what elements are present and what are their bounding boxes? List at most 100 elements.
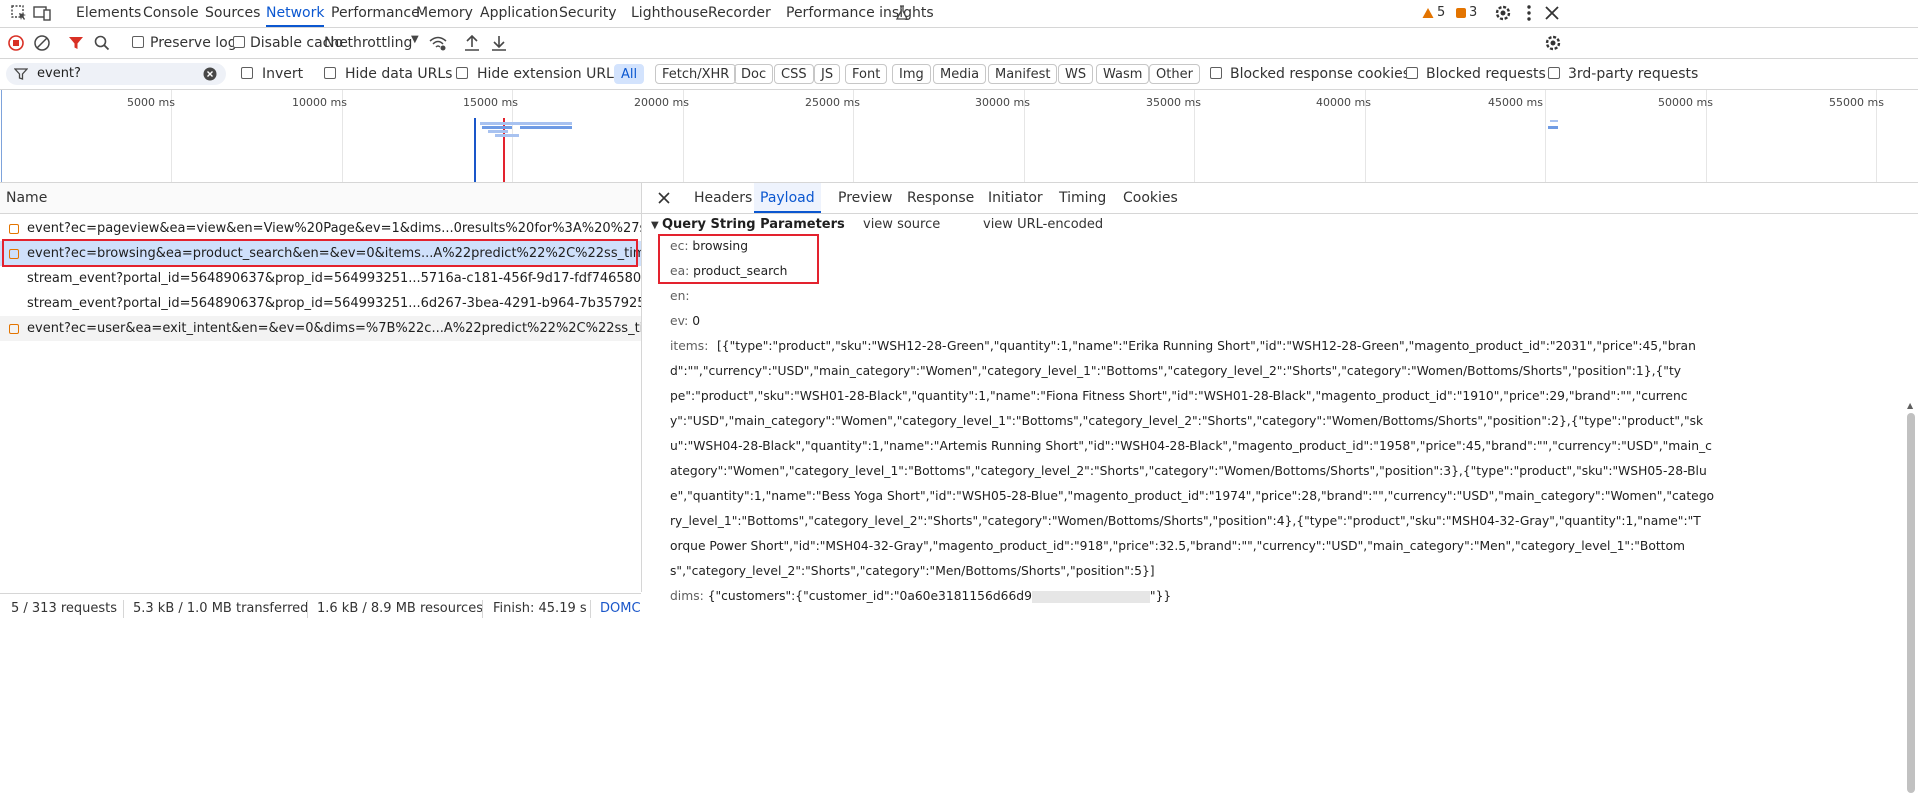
tab-headers[interactable]: Headers <box>694 183 752 213</box>
tab-recorder[interactable]: Recorder <box>708 0 771 27</box>
request-row[interactable]: stream_event?portal_id=564890637&prop_id… <box>0 266 641 291</box>
issue-count[interactable]: 3 <box>1469 5 1477 20</box>
clear-filter-icon[interactable] <box>203 67 217 81</box>
record-stop-icon[interactable] <box>6 33 26 53</box>
type-filter-fetch-xhr[interactable]: Fetch/XHR <box>655 64 737 84</box>
filter-input[interactable]: event? <box>37 66 81 81</box>
invert-checkbox[interactable] <box>241 67 253 79</box>
tab-console[interactable]: Console <box>143 0 199 27</box>
tab-application[interactable]: Application <box>480 0 558 27</box>
items-line: [{"type":"product","sku":"WSH12-28-Green… <box>717 339 1696 353</box>
close-detail-icon[interactable] <box>657 191 671 205</box>
name-column-header[interactable]: Name <box>0 183 641 214</box>
type-filter-font[interactable]: Font <box>845 64 888 84</box>
type-filter-css[interactable]: CSS <box>774 64 814 84</box>
request-row[interactable]: event?ec=user&ea=exit_intent&en=&ev=0&di… <box>0 316 641 341</box>
tab-memory[interactable]: Memory <box>416 0 473 27</box>
type-filter-manifest[interactable]: Manifest <box>988 64 1058 84</box>
view-source-link[interactable]: view source <box>863 217 940 232</box>
tab-initiator[interactable]: Initiator <box>988 183 1043 213</box>
tab-payload[interactable]: Payload <box>754 183 821 213</box>
tab-cookies[interactable]: Cookies <box>1123 183 1178 213</box>
timeline-tick-label: 10000 ms <box>292 96 347 109</box>
network-overview-timeline[interactable]: 5000 ms 10000 ms 15000 ms 20000 ms 25000… <box>0 90 1918 183</box>
clear-icon[interactable] <box>32 33 52 53</box>
request-row[interactable]: stream_event?portal_id=564890637&prop_id… <box>0 291 641 316</box>
disable-cache-checkbox[interactable] <box>233 36 245 48</box>
request-bar <box>1548 126 1558 129</box>
network-conditions-icon[interactable] <box>428 33 448 53</box>
request-bar <box>482 126 512 129</box>
highlight-box <box>658 234 819 284</box>
request-name: stream_event?portal_id=564890637&prop_id… <box>27 271 641 286</box>
redacted-value <box>1031 590 1150 603</box>
xhr-request-icon <box>9 224 19 234</box>
type-filter-wasm[interactable]: Wasm <box>1096 64 1150 84</box>
import-har-icon[interactable] <box>462 33 482 53</box>
request-list-pane: Name event?ec=pageview&ea=view&en=View%2… <box>0 183 642 592</box>
timeline-tick-label: 20000 ms <box>634 96 689 109</box>
request-bar <box>495 134 519 137</box>
tab-sources[interactable]: Sources <box>205 0 260 27</box>
warning-count[interactable]: 5 <box>1437 5 1445 20</box>
search-icon[interactable] <box>92 33 112 53</box>
type-filter-all[interactable]: All <box>614 64 645 84</box>
view-url-encoded-link[interactable]: view URL-encoded <box>983 217 1103 232</box>
network-toolbar: Preserve log Disable cache No throttling… <box>0 28 1918 59</box>
type-filter-js[interactable]: JS <box>814 64 841 84</box>
tab-performance[interactable]: Performance <box>331 0 420 27</box>
domcontentloaded-time: DOMC <box>600 601 641 616</box>
close-devtools-icon[interactable] <box>1542 3 1562 23</box>
request-bar <box>488 130 508 133</box>
tab-performance-insights[interactable]: Performance insights <box>786 0 934 27</box>
chevron-down-icon[interactable]: ▼ <box>411 34 419 45</box>
param-key: ev: <box>670 314 689 328</box>
blocked-requests-checkbox[interactable] <box>1406 67 1418 79</box>
timeline-gridline <box>1 90 2 182</box>
detail-tab-bar: Headers Payload Preview Response Initiat… <box>642 183 1918 214</box>
hide-data-urls-checkbox[interactable] <box>324 67 336 79</box>
preserve-log-checkbox[interactable] <box>132 36 144 48</box>
tab-elements[interactable]: Elements <box>76 0 141 27</box>
type-filter-media[interactable]: Media <box>933 64 987 84</box>
scroll-up-icon[interactable]: ▲ <box>1907 401 1913 410</box>
timeline-tick-label: 45000 ms <box>1488 96 1543 109</box>
filter-icon[interactable] <box>66 33 86 53</box>
more-options-icon[interactable] <box>1519 3 1539 23</box>
settings-gear-icon[interactable] <box>1493 3 1513 23</box>
timeline-tick-label: 15000 ms <box>463 96 518 109</box>
query-string-section-title[interactable]: Query String Parameters <box>662 217 845 232</box>
tab-security[interactable]: Security <box>559 0 617 27</box>
request-row[interactable]: event?ec=pageview&ea=view&en=View%20Page… <box>0 216 641 241</box>
export-har-icon[interactable] <box>489 33 509 53</box>
type-filter-ws[interactable]: WS <box>1058 64 1094 84</box>
finish-time: Finish: 45.19 s <box>493 601 587 616</box>
tab-preview[interactable]: Preview <box>838 183 893 213</box>
hide-extension-urls-checkbox[interactable] <box>456 67 468 79</box>
tab-timing[interactable]: Timing <box>1059 183 1106 213</box>
status-divider <box>307 600 308 618</box>
inspect-element-icon[interactable] <box>9 3 29 23</box>
blocked-cookies-checkbox[interactable] <box>1210 67 1222 79</box>
items-line: ategory":"Women","category_level_1":"Bot… <box>670 464 1707 478</box>
xhr-request-icon <box>9 324 19 334</box>
third-party-checkbox[interactable] <box>1548 67 1560 79</box>
type-filter-doc[interactable]: Doc <box>734 64 774 84</box>
payload-scrollbar[interactable]: ▲ <box>1904 401 1918 806</box>
type-filter-img[interactable]: Img <box>892 64 931 84</box>
device-toolbar-icon[interactable] <box>32 3 52 23</box>
tab-network[interactable]: Network <box>266 0 325 27</box>
hide-extension-urls-label: Hide extension URLs <box>477 66 622 82</box>
issue-icon[interactable] <box>1455 7 1467 19</box>
filter-input-box[interactable]: event? <box>6 63 226 85</box>
section-expand-icon[interactable]: ▼ <box>651 220 659 231</box>
type-filter-other[interactable]: Other <box>1149 64 1200 84</box>
tab-response[interactable]: Response <box>907 183 974 213</box>
network-settings-gear-icon[interactable] <box>1543 33 1563 53</box>
timeline-tick-label: 50000 ms <box>1658 96 1713 109</box>
warning-icon[interactable] <box>1422 7 1434 19</box>
throttling-select[interactable]: No throttling <box>324 35 412 51</box>
timeline-tick-label: 30000 ms <box>975 96 1030 109</box>
tab-lighthouse[interactable]: Lighthouse <box>631 0 708 27</box>
scrollbar-thumb[interactable] <box>1907 413 1915 793</box>
